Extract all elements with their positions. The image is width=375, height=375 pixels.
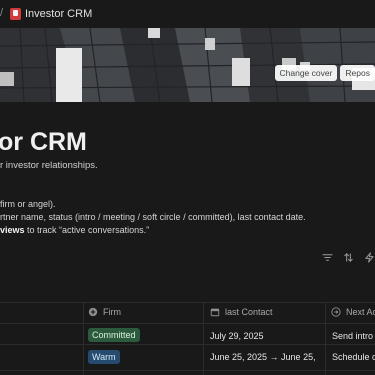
column-divider	[203, 302, 204, 375]
row-divider	[0, 323, 375, 324]
column-divider	[325, 302, 326, 375]
breadcrumb-page-title[interactable]: Investor CRM	[25, 8, 92, 20]
bullet-text: to track “active conversations.”	[24, 225, 150, 235]
page-description[interactable]: r investor relationships.	[0, 160, 98, 171]
cover-image: Change cover Repos	[0, 28, 375, 102]
calendar-icon	[210, 308, 220, 317]
sort-icon[interactable]	[342, 251, 354, 263]
row-divider	[0, 370, 375, 371]
column-header-next-action[interactable]: Next Ac	[331, 307, 375, 317]
table-row-1-next-action[interactable]: Send intro d	[332, 331, 375, 341]
top-bar: / Investor CRM	[0, 0, 375, 28]
bullet-line-3[interactable]: views to track “active conversations.”	[0, 225, 149, 235]
table-row-2-next-action[interactable]: Schedule c	[332, 352, 375, 362]
filter-icon[interactable]	[321, 251, 333, 263]
column-header-label: last Contact	[225, 307, 273, 317]
bullet-line-1[interactable]: firm or angel).	[0, 199, 56, 209]
table-row-1-last-contact[interactable]: July 29, 2025	[210, 331, 264, 341]
database-toolbar	[321, 251, 375, 263]
plus-circle-icon	[88, 307, 98, 317]
table-row-1-firm[interactable]: Committed	[88, 328, 140, 342]
lightning-icon[interactable]	[363, 251, 375, 263]
column-divider	[83, 302, 84, 375]
breadcrumb-separator: /	[0, 7, 4, 19]
status-badge: Committed	[88, 328, 140, 342]
table-header-top-border	[0, 302, 375, 303]
arrow-circle-icon	[331, 307, 341, 317]
column-header-label: Next Ac	[346, 307, 375, 317]
column-header-label: Firm	[103, 307, 121, 317]
page-title[interactable]: or CRM	[0, 128, 87, 157]
status-badge: Warm	[88, 350, 120, 364]
table-row-2-firm[interactable]: Warm	[88, 350, 120, 364]
page-icon	[10, 8, 21, 20]
bullet-bold-text: views	[0, 225, 25, 235]
change-cover-button[interactable]: Change cover	[274, 65, 338, 81]
row-divider	[0, 344, 375, 345]
bullet-line-2[interactable]: rtner name, status (intro / meeting / so…	[0, 212, 306, 222]
table-row-2-last-contact[interactable]: June 25, 2025 → June 25,	[210, 352, 316, 362]
column-header-firm[interactable]: Firm	[88, 307, 121, 317]
reposition-button[interactable]: Repos	[340, 65, 375, 81]
column-header-last-contact[interactable]: last Contact	[210, 307, 273, 317]
cover-buttons: Change cover Repos	[274, 65, 375, 81]
